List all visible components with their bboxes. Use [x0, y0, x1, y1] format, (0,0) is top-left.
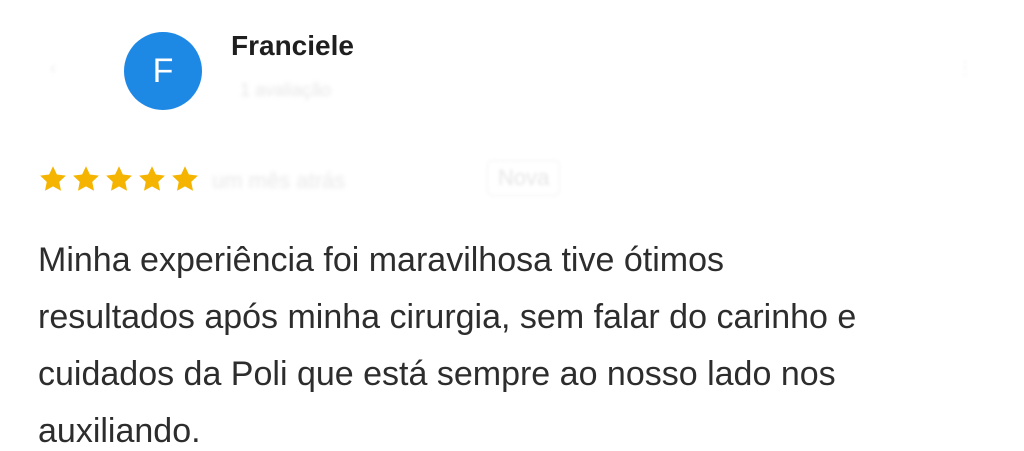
- star-rating: [38, 164, 200, 194]
- reviewer-subline: 1 avaliação: [240, 80, 332, 100]
- more-options-icon: ⋮: [956, 58, 974, 78]
- star-icon: [172, 166, 198, 191]
- avatar-initial: F: [152, 51, 174, 90]
- new-badge: Nova: [487, 160, 561, 196]
- review-text-line: resultados após minha cirurgia, sem fala…: [38, 298, 857, 336]
- review-text-line: cuidados da Poli que está sempre ao noss…: [38, 355, 836, 393]
- review-text-line: Minha experiência foi maravilhosa tive ó…: [38, 241, 724, 279]
- star-icon: [106, 166, 132, 191]
- chevron-left-icon: ‹: [50, 58, 56, 78]
- star-icon: [139, 166, 165, 191]
- review-time: um mês atrás: [212, 168, 346, 193]
- review-card: ‹ ⋮ F Franciele 1 avaliação um mês atrás…: [0, 0, 1024, 451]
- star-icon: [73, 166, 99, 191]
- reviewer-name[interactable]: Franciele: [231, 30, 354, 62]
- review-text-line: auxiliando.: [38, 412, 201, 450]
- avatar[interactable]: F: [124, 32, 202, 110]
- review-text: Minha experiência foi maravilhosa tive ó…: [38, 232, 998, 451]
- star-icon: [40, 166, 66, 191]
